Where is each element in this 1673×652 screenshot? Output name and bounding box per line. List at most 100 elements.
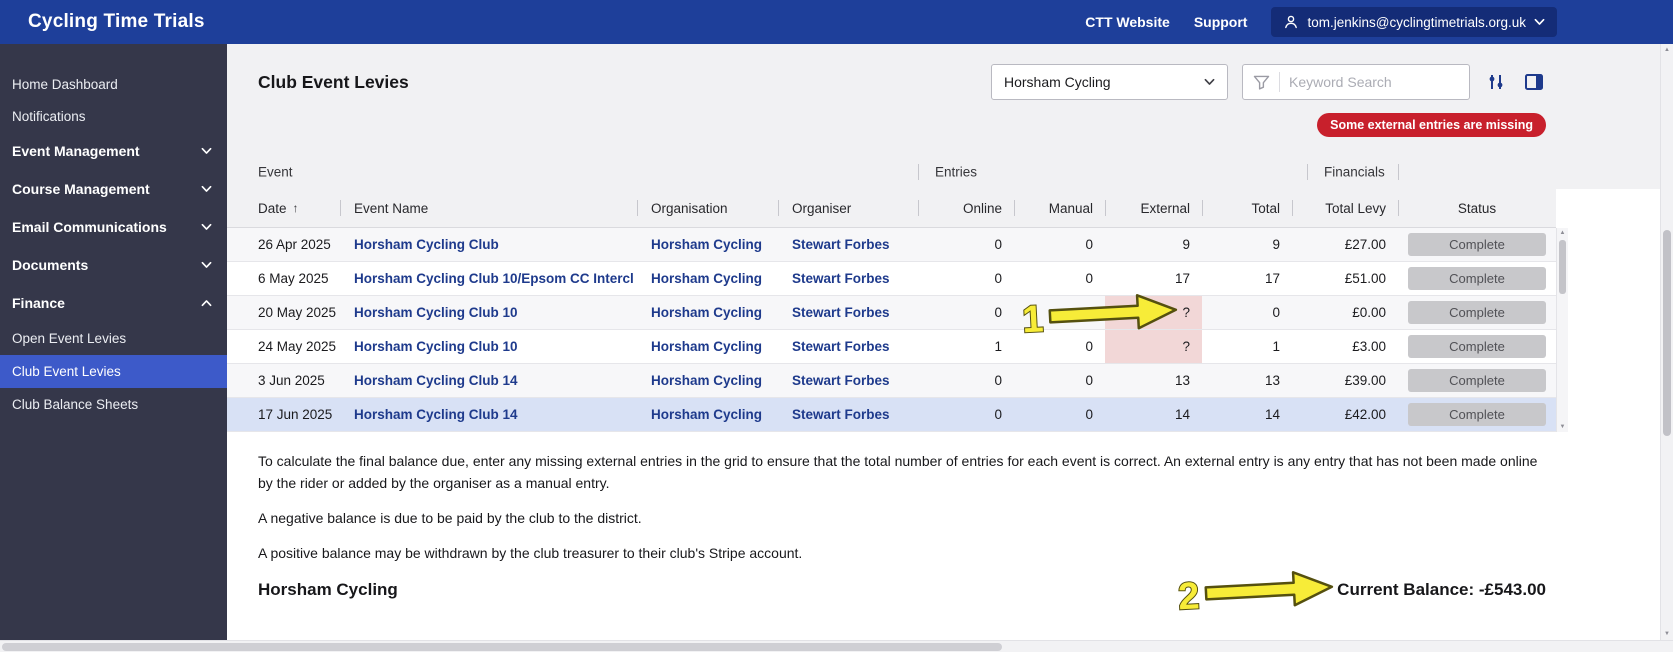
sidebar-item-club-balance-sheets[interactable]: Club Balance Sheets — [0, 388, 227, 421]
organisation-link[interactable]: Horsham Cycling — [651, 237, 762, 252]
page-scrollbar[interactable]: ▲ ▼ — [1660, 44, 1673, 640]
group-header-event: Event — [258, 164, 293, 180]
balance-summary: Horsham Cycling Current Balance: -£543.0… — [227, 564, 1660, 600]
cell-external: 14 — [1174, 407, 1190, 422]
cell-status: Complete — [1398, 398, 1556, 431]
cell-total: 1 — [1272, 339, 1280, 354]
scroll-up-icon[interactable]: ▲ — [1557, 228, 1568, 238]
table-row[interactable]: 17 Jun 2025 Horsham Cycling Club 14 Horsha… — [227, 398, 1556, 432]
column-header-status[interactable]: Status — [1398, 189, 1556, 227]
sidebar-item-notifications[interactable]: Notifications — [0, 100, 227, 132]
chevron-down-icon — [1204, 78, 1215, 85]
column-header-event-name[interactable]: Event Name — [340, 189, 637, 227]
scroll-up-icon[interactable]: ▲ — [1661, 44, 1673, 56]
explanation-paragraph: To calculate the final balance due, ente… — [258, 453, 1538, 491]
organiser-link[interactable]: Stewart Forbes — [792, 237, 890, 252]
cell-external[interactable]: ? — [1105, 330, 1202, 363]
cell-organisation: Horsham Cycling — [637, 228, 778, 261]
status-badge: Complete — [1408, 301, 1546, 324]
app-logo[interactable]: Cycling Time Trials — [28, 11, 205, 33]
organisation-link[interactable]: Horsham Cycling — [651, 305, 762, 320]
group-divider — [918, 164, 919, 180]
organisation-link[interactable]: Horsham Cycling — [651, 339, 762, 354]
cell-online: 1 — [994, 339, 1002, 354]
horizontal-scrollbar-thumb[interactable] — [2, 643, 1002, 651]
grid-header-row: Date ↑ Event Name Organisation Organiser Onli… — [227, 189, 1556, 228]
scroll-down-icon[interactable]: ▼ — [1557, 422, 1568, 432]
column-header-organiser[interactable]: Organiser — [778, 189, 918, 227]
explanation-paragraph: A negative balance is due to be paid by … — [258, 510, 642, 526]
cell-total-levy: £51.00 — [1344, 271, 1386, 286]
organiser-link[interactable]: Stewart Forbes — [792, 339, 890, 354]
sidebar-item-club-event-levies[interactable]: Club Event Levies — [0, 355, 227, 388]
organiser-link[interactable]: Stewart Forbes — [792, 407, 890, 422]
status-badge: Complete — [1408, 267, 1546, 290]
column-header-external[interactable]: External — [1105, 189, 1202, 227]
column-header-total[interactable]: Total — [1202, 189, 1292, 227]
chevron-down-icon — [201, 185, 212, 192]
club-select[interactable]: Horsham Cycling — [991, 64, 1228, 100]
cell-event-name: Horsham Cycling Club 10 — [340, 296, 637, 329]
side-panel-icon[interactable] — [1522, 70, 1546, 94]
club-name: Horsham Cycling — [258, 580, 398, 599]
status-badge: Complete — [1408, 335, 1546, 358]
cell-status: Complete — [1398, 262, 1556, 295]
topbar-link-ctt-website[interactable]: CTT Website — [1085, 14, 1170, 30]
status-badge: Complete — [1408, 369, 1546, 392]
cell-status: Complete — [1398, 228, 1556, 261]
topbar-link-support[interactable]: Support — [1194, 14, 1248, 30]
column-header-total-levy[interactable]: Total Levy — [1292, 189, 1398, 227]
column-header-date[interactable]: Date ↑ — [227, 189, 340, 227]
event-name-link[interactable]: Horsham Cycling Club 10 — [354, 305, 518, 320]
scroll-down-icon[interactable]: ▼ — [1661, 628, 1673, 640]
table-row[interactable]: 6 May 2025 Horsham Cycling Club 10/Epsom … — [227, 262, 1556, 296]
grid-scrollbar-thumb[interactable] — [1559, 240, 1566, 294]
cell-external: 17 — [1174, 271, 1190, 286]
event-name-link[interactable]: Horsham Cycling Club — [354, 237, 499, 252]
grid-scrollbar[interactable]: ▲ ▼ — [1556, 228, 1568, 432]
page-scrollbar-thumb[interactable] — [1663, 230, 1671, 436]
table-row[interactable]: 26 Apr 2025 Horsham Cycling Club Horsham C… — [227, 228, 1556, 262]
cell-organiser: Stewart Forbes — [778, 330, 918, 363]
chevron-down-icon — [201, 147, 212, 154]
organiser-link[interactable]: Stewart Forbes — [792, 271, 890, 286]
user-menu[interactable]: tom.jenkins@cyclingtimetrials.org.uk — [1271, 7, 1557, 37]
cell-manual: 0 — [1085, 237, 1093, 252]
event-name-link[interactable]: Horsham Cycling Club 10/Epsom CC Intercl — [354, 271, 634, 286]
sidebar-section-documents[interactable]: Documents — [0, 246, 227, 284]
current-balance: Current Balance: -£543.00 — [1337, 580, 1546, 599]
cell-external[interactable]: ? — [1105, 296, 1202, 329]
cell-event-name: Horsham Cycling Club — [340, 228, 637, 261]
horizontal-scrollbar[interactable] — [0, 640, 1673, 652]
event-name-link[interactable]: Horsham Cycling Club 14 — [354, 407, 518, 422]
search-input[interactable] — [1280, 74, 1459, 90]
sidebar-item-open-event-levies[interactable]: Open Event Levies — [0, 322, 227, 355]
column-header-organisation[interactable]: Organisation — [637, 189, 778, 227]
sidebar-section-course-management[interactable]: Course Management — [0, 170, 227, 208]
table-row[interactable]: 24 May 2025 Horsham Cycling Club 10 Horsha… — [227, 330, 1556, 364]
event-name-link[interactable]: Horsham Cycling Club 14 — [354, 373, 518, 388]
sidebar-section-email-communications[interactable]: Email Communications — [0, 208, 227, 246]
columns-settings-icon[interactable] — [1484, 70, 1508, 94]
sidebar-section-label: Event Management — [12, 143, 140, 159]
cell-manual: 0 — [1085, 373, 1093, 388]
organiser-link[interactable]: Stewart Forbes — [792, 305, 890, 320]
column-header-online[interactable]: Online — [918, 189, 1014, 227]
organiser-link[interactable]: Stewart Forbes — [792, 373, 890, 388]
cell-total: 14 — [1264, 407, 1280, 422]
organisation-link[interactable]: Horsham Cycling — [651, 407, 762, 422]
cell-total-levy: £39.00 — [1344, 373, 1386, 388]
sidebar-section-event-management[interactable]: Event Management — [0, 132, 227, 170]
search-box — [1242, 64, 1470, 100]
organisation-link[interactable]: Horsham Cycling — [651, 373, 762, 388]
column-header-manual[interactable]: Manual — [1014, 189, 1105, 227]
header-controls: Horsham Cycling — [991, 64, 1546, 100]
event-name-link[interactable]: Horsham Cycling Club 10 — [354, 339, 518, 354]
organisation-link[interactable]: Horsham Cycling — [651, 271, 762, 286]
sidebar-section-finance[interactable]: Finance — [0, 284, 227, 322]
table-row[interactable]: 20 May 2025 Horsham Cycling Club 10 Horsha… — [227, 296, 1556, 330]
cell-organiser: Stewart Forbes — [778, 364, 918, 397]
cell-total-levy: £3.00 — [1352, 339, 1386, 354]
sidebar-item-home-dashboard[interactable]: Home Dashboard — [0, 68, 227, 100]
table-row[interactable]: 3 Jun 2025 Horsham Cycling Club 14 Horsham… — [227, 364, 1556, 398]
